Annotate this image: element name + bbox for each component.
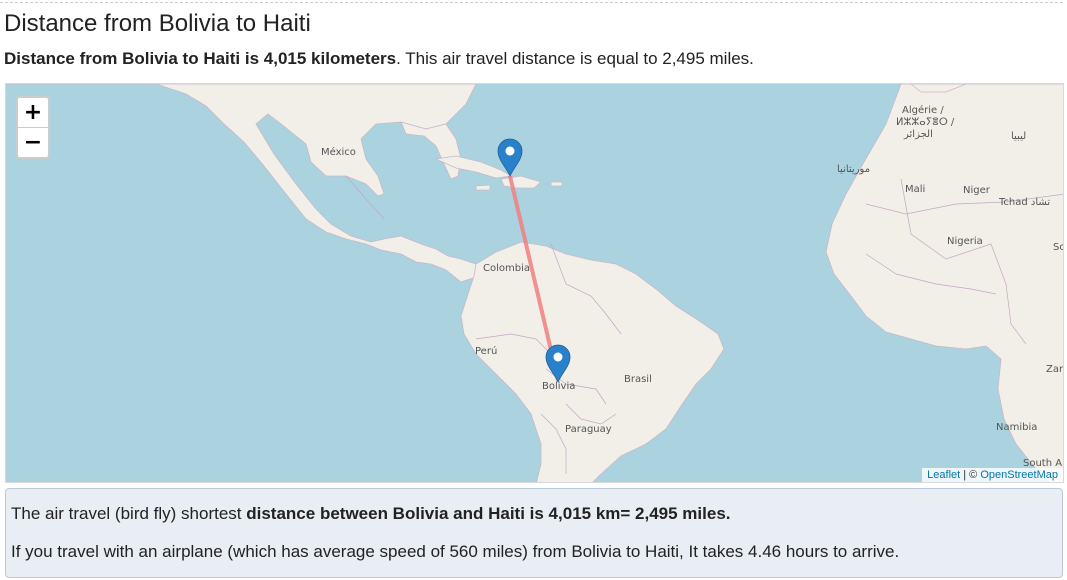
map-label-namibia: Namibia: [996, 422, 1037, 433]
land-north-america: [6, 84, 485, 283]
land-south-america: [460, 241, 725, 482]
openstreetmap-link[interactable]: OpenStreetMap: [980, 469, 1058, 481]
map-label-mexico: México: [321, 146, 356, 158]
land-jamaica: [475, 184, 491, 191]
map-label-chad: Tchad تشاد: [998, 197, 1050, 208]
info-distance-bold: distance between Bolivia and Haiti is 4,…: [246, 504, 731, 523]
map-label-paraguay: Paraguay: [565, 424, 612, 435]
map-label-algeria-1: Algérie /: [902, 104, 944, 116]
map-label-brasil: Brasil: [624, 374, 652, 385]
map-label-algeria-3: الجزائر: [903, 129, 933, 140]
map-label-mali: Mali: [905, 184, 925, 195]
map-attribution: Leaflet | © OpenStreetMap: [922, 468, 1063, 482]
land-hispaniola: [500, 175, 542, 189]
map-label-colombia: Colombia: [483, 263, 530, 274]
land-florida: [400, 121, 462, 180]
top-divider: [0, 2, 1063, 3]
zoom-control: + −: [16, 96, 50, 159]
land-puerto-rico: [550, 181, 563, 187]
map-label-algeria-2: ⵍⵣⵣⴰⵢⴻⵔ /: [896, 117, 955, 128]
page-title: Distance from Bolivia to Haiti: [4, 10, 311, 37]
marker-haiti-dot: [505, 146, 515, 156]
map-label-nigeria: Nigeria: [947, 236, 983, 247]
map-label-mauritania: موريتانيا: [837, 164, 870, 175]
map-label-libya: ليبيا: [1011, 131, 1026, 142]
info-distance-text: The air travel (bird fly) shortest dista…: [11, 504, 731, 524]
distance-summary-rest: . This air travel distance is equal to 2…: [396, 49, 754, 68]
map-label-zambia: Zan: [1046, 364, 1064, 375]
info-travel-time: If you travel with an airplane (which ha…: [11, 542, 900, 561]
zoom-out-button[interactable]: −: [18, 128, 48, 157]
map-label-bolivia: Bolivia: [542, 381, 575, 392]
map-label-peru: Perú: [475, 345, 497, 357]
map-label-so: So: [1053, 242, 1064, 253]
map[interactable]: México Colombia Perú Bolivia Brasil Para…: [5, 83, 1064, 483]
leaflet-link[interactable]: Leaflet: [927, 469, 960, 481]
attribution-separator: | ©: [960, 469, 981, 481]
distance-summary: Distance from Bolivia to Haiti is 4,015 …: [4, 49, 754, 69]
map-label-niger: Niger: [963, 185, 991, 196]
info-box: The air travel (bird fly) shortest dista…: [5, 488, 1063, 578]
info-distance-plain: The air travel (bird fly) shortest: [11, 504, 247, 523]
distance-summary-bold: Distance from Bolivia to Haiti is 4,015 …: [4, 49, 397, 68]
zoom-in-button[interactable]: +: [18, 98, 48, 128]
marker-bolivia-dot: [553, 352, 563, 362]
map-tiles: México Colombia Perú Bolivia Brasil Para…: [6, 84, 1064, 482]
